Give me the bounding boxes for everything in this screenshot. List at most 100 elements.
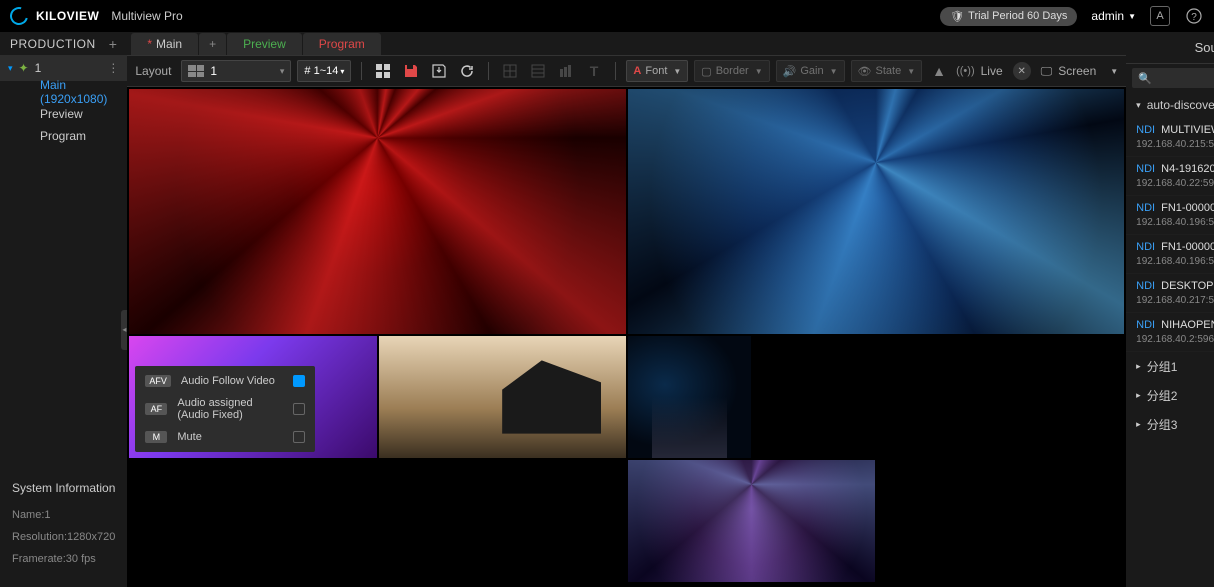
- sys-row-resolution: Resolution:1280x720: [12, 531, 115, 543]
- tab-main[interactable]: *Main: [131, 33, 198, 55]
- screen-dropdown[interactable]: 🖵 Screen ▼: [1041, 64, 1119, 79]
- text-tool-icon[interactable]: T: [583, 60, 605, 82]
- chevron-down-icon: ▾: [1136, 100, 1141, 111]
- layout-select[interactable]: 1 ▾: [181, 60, 291, 82]
- shield-icon: 🛡: [950, 10, 964, 23]
- font-a-icon: A: [633, 65, 641, 77]
- refresh-icon[interactable]: [456, 60, 478, 82]
- audio-option-mute[interactable]: M Mute: [135, 426, 315, 448]
- ndi-badge: NDI: [1136, 202, 1155, 214]
- source-item[interactable]: NDI NIHAOPENG-TEST (VLC) 192.168.40.2:5961: [1126, 313, 1214, 352]
- user-dropdown[interactable]: admin ▼: [1091, 9, 1136, 23]
- source-address: 192.168.40.196:5961: [1136, 217, 1214, 228]
- border-dropdown[interactable]: ▢ Border ▼: [694, 60, 769, 82]
- gain-dropdown[interactable]: 🔊 Gain ▼: [776, 60, 845, 82]
- state-dropdown[interactable]: 👁 State ▼: [851, 60, 923, 82]
- chevron-down-icon: ▾: [280, 66, 285, 77]
- multiview-viewport: AFV Audio Follow Video AF Audio assigned…: [127, 87, 1126, 587]
- brand-block: KILOVIEW Multiview Pro: [10, 7, 183, 25]
- audio-option-af[interactable]: AF Audio assigned (Audio Fixed): [135, 392, 315, 426]
- multiview-window-7[interactable]: [628, 460, 875, 582]
- product-name: Multiview Pro: [111, 9, 182, 23]
- search-icon: 🔍: [1138, 72, 1152, 85]
- live-button[interactable]: ((•)) Live: [956, 64, 1003, 78]
- layout-preset-3-icon[interactable]: [555, 60, 577, 82]
- source-item[interactable]: NDIDESKTOP-MHQVDG5 (Intel(R...192.168.40…: [1126, 274, 1214, 313]
- production-header: PRODUCTION +: [0, 32, 127, 55]
- language-button[interactable]: A: [1150, 6, 1170, 26]
- save-icon[interactable]: [400, 60, 422, 82]
- source-search-input[interactable]: 🔍: [1132, 68, 1214, 88]
- ndi-badge: NDI: [1136, 319, 1155, 331]
- chevron-down-icon: ▼: [673, 67, 681, 76]
- source-name: FN1-00000000 (Channel-NDI): [1161, 241, 1214, 253]
- ndi-badge: NDI: [1136, 124, 1155, 136]
- ndi-badge: NDI: [1136, 280, 1155, 292]
- toolbar-right: ((•)) Live ✕ 🖵 Screen ▼: [956, 62, 1118, 80]
- source-item[interactable]: NDI FN1-00000000 (Channel-HX) 192.168.40.1…: [1126, 196, 1214, 235]
- broadcast-signal-icon: ((•)): [956, 65, 975, 77]
- checkbox-icon: [293, 375, 305, 387]
- audio-option-afv[interactable]: AFV Audio Follow Video: [135, 370, 315, 392]
- chevron-right-icon: ▸: [1136, 390, 1141, 401]
- ndi-badge: NDI: [1136, 163, 1155, 175]
- chevron-down-icon: ▼: [907, 67, 915, 76]
- toolbar-left: Layout 1 ▾ # 1~14 ▾ T: [135, 60, 950, 82]
- tab-preview[interactable]: Preview: [227, 33, 302, 55]
- source-item[interactable]: NDIN4-19162010102 (Channel-1)192.168.40.…: [1126, 157, 1214, 196]
- source-search-row: 🔍 + ⟳: [1126, 64, 1214, 92]
- separator: [361, 62, 362, 80]
- speaker-icon: 🔊: [783, 65, 797, 78]
- source-address: 192.168.40.215:5962: [1136, 139, 1214, 150]
- source-address: 192.168.40.2:5961: [1136, 334, 1214, 345]
- logo-icon: [7, 4, 32, 29]
- app-header: KILOVIEW Multiview Pro 🛡 Trial Period 60…: [0, 0, 1214, 32]
- layout-preset-2-icon[interactable]: [527, 60, 549, 82]
- group-name: 分组2: [1147, 387, 1178, 404]
- chevron-down-icon: ▾: [340, 67, 344, 76]
- tab-add[interactable]: +: [199, 33, 226, 55]
- grid-fill-icon[interactable]: [372, 60, 394, 82]
- auto-discovery-group[interactable]: ▾ auto-discovery ⚙: [1126, 92, 1214, 118]
- center-panel: ◂ ▸ *Main + Preview Program Layout 1 ▾ #…: [127, 32, 1126, 587]
- source-name: N4-19162010102 (Channel-1): [1161, 163, 1214, 175]
- add-production-button[interactable]: +: [109, 36, 118, 52]
- source-name: FN1-00000000 (Channel-HX): [1161, 202, 1214, 214]
- svg-text:T: T: [590, 64, 599, 78]
- multiview-window-6[interactable]: [877, 336, 1124, 458]
- multiview-window-2[interactable]: [628, 89, 1124, 334]
- source-item[interactable]: NDIFN1-00000000 (Channel-NDI)192.168.40.…: [1126, 235, 1214, 274]
- multiview-window-5[interactable]: [628, 336, 752, 458]
- chevron-right-icon: ▸: [1136, 361, 1141, 372]
- multiview-window-3[interactable]: AFV Audio Follow Video AF Audio assigned…: [129, 336, 376, 458]
- chevron-down-icon: ▼: [830, 67, 838, 76]
- source-group[interactable]: ▸分组1⚙🗑: [1126, 352, 1214, 381]
- more-icon[interactable]: ⋮: [107, 61, 119, 75]
- tree-item-program[interactable]: Program: [0, 125, 127, 147]
- source-name: NIHAOPENG-TEST (VLC): [1161, 319, 1214, 331]
- broadcast-icon[interactable]: ▲: [928, 60, 950, 82]
- trial-badge: 🛡 Trial Period 60 Days: [940, 7, 1077, 26]
- source-group[interactable]: ▸分组2⚙🗑: [1126, 381, 1214, 410]
- export-icon[interactable]: [428, 60, 450, 82]
- tree-item-preview[interactable]: Preview: [0, 103, 127, 125]
- tab-program[interactable]: Program: [303, 33, 381, 55]
- separator: [488, 62, 489, 80]
- font-dropdown[interactable]: A Font ▼: [626, 60, 688, 82]
- layout-preset-1-icon[interactable]: [499, 60, 521, 82]
- source-item[interactable]: NDIMULTIVIEW SERVER TEST1 (...192.168.40…: [1126, 118, 1214, 157]
- sys-row-name: Name:1: [12, 509, 115, 521]
- window-range-select[interactable]: # 1~14 ▾: [297, 60, 351, 82]
- close-icon[interactable]: ✕: [1013, 62, 1031, 80]
- chevron-down-icon: ▾: [8, 63, 13, 74]
- tree-item-main[interactable]: Main (1920x1080): [0, 81, 127, 103]
- source-panel: Source 🔍 + ⟳ ▾ auto-discovery ⚙ NDIMULTI…: [1126, 32, 1214, 587]
- sys-info-title: System Information: [12, 481, 115, 495]
- multiview-window-1[interactable]: [129, 89, 625, 334]
- header-right: 🛡 Trial Period 60 Days admin ▼ A ?: [940, 6, 1204, 26]
- multiview-window-4[interactable]: [379, 336, 626, 458]
- system-info-panel: System Information Name:1 Resolution:128…: [0, 469, 127, 587]
- checkbox-icon: [293, 403, 305, 415]
- source-group[interactable]: ▸分组3⚙🗑: [1126, 410, 1214, 439]
- help-icon[interactable]: ?: [1184, 6, 1204, 26]
